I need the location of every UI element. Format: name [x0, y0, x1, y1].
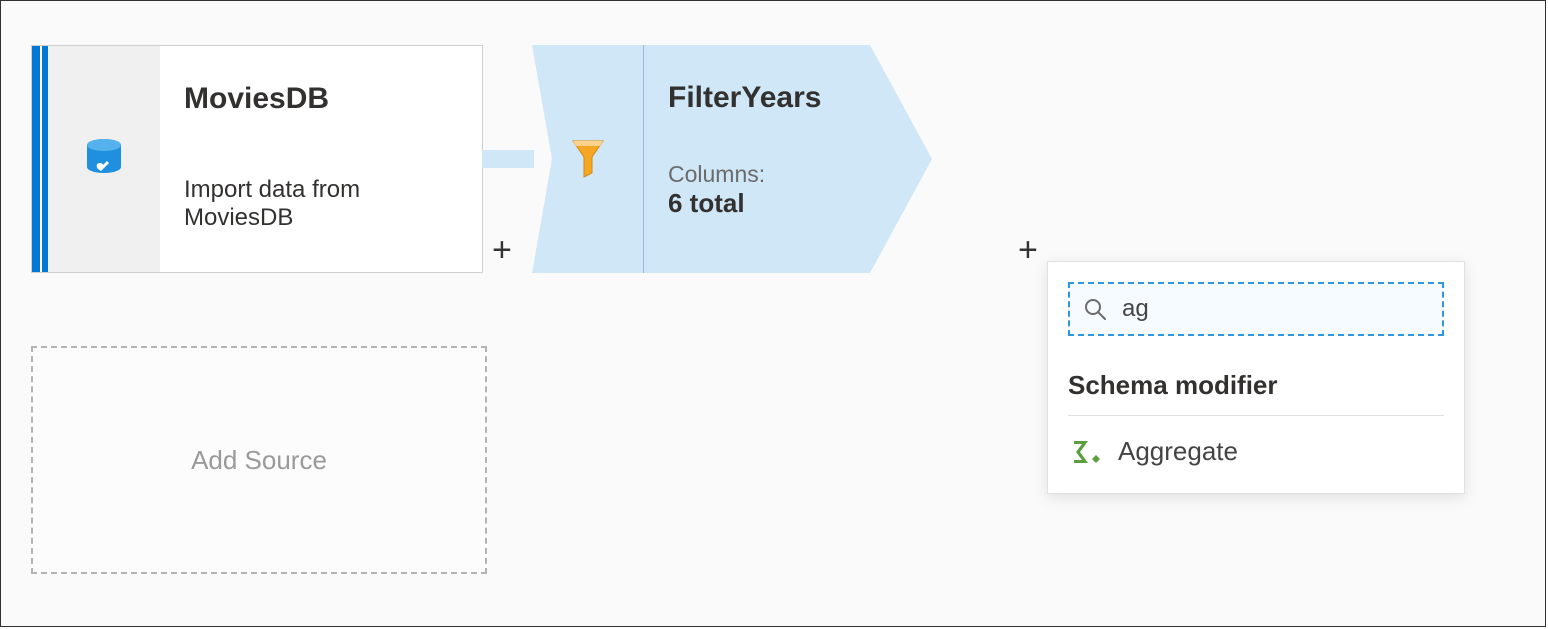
dataflow-canvas[interactable]: MoviesDB Import data from MoviesDB + Fil… — [0, 0, 1546, 627]
add-source-button[interactable]: Add Source — [31, 346, 487, 574]
transformation-item-label: Aggregate — [1118, 436, 1238, 467]
filter-icon — [571, 139, 605, 179]
connector-source-to-filter — [482, 150, 534, 168]
node-title: MoviesDB — [184, 82, 458, 116]
node-filter-filteryears[interactable]: FilterYears Columns: 6 total — [532, 45, 932, 273]
node-title: FilterYears — [668, 81, 908, 115]
node-body: FilterYears Columns: 6 total — [644, 45, 932, 273]
database-icon — [85, 139, 123, 179]
node-icon-column — [48, 46, 160, 272]
columns-value: 6 total — [668, 188, 908, 219]
columns-label: Columns: — [668, 161, 908, 188]
selection-stripe-outer — [32, 46, 42, 272]
search-icon — [1084, 298, 1106, 320]
node-icon-column — [532, 45, 644, 273]
add-step-button[interactable]: + — [1018, 233, 1038, 267]
node-body: MoviesDB Import data from MoviesDB — [160, 46, 482, 272]
transformation-picker-popup: Schema modifier Aggregate — [1047, 261, 1465, 494]
popup-section-title: Schema modifier — [1068, 370, 1444, 416]
add-step-button[interactable]: + — [492, 233, 512, 267]
node-source-moviesdb[interactable]: MoviesDB Import data from MoviesDB — [31, 45, 483, 273]
aggregate-icon — [1072, 439, 1100, 465]
transformation-search-box[interactable] — [1068, 282, 1444, 336]
transformation-search-input[interactable] — [1120, 294, 1434, 324]
node-description: Import data from MoviesDB — [184, 176, 458, 232]
transformation-item-aggregate[interactable]: Aggregate — [1068, 416, 1444, 479]
add-source-label: Add Source — [191, 445, 327, 476]
